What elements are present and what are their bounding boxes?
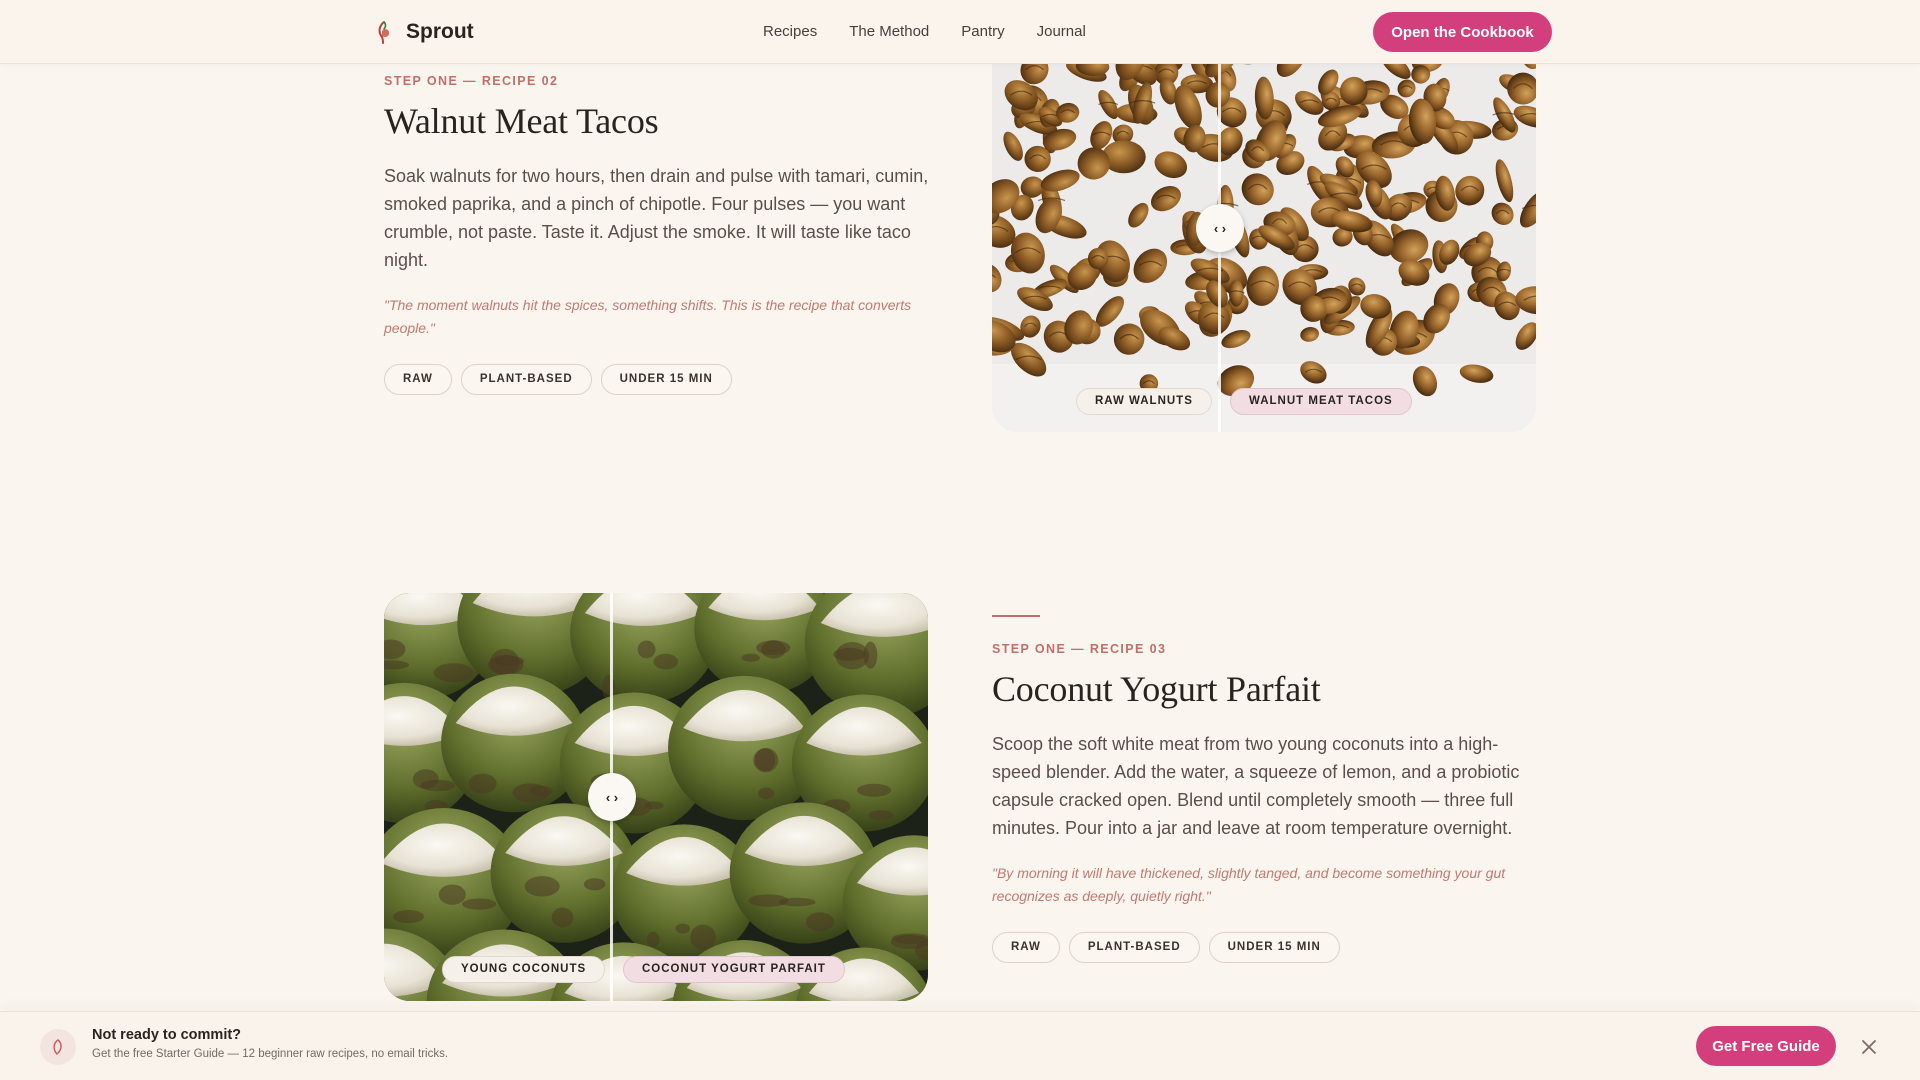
banner-subtitle: Get the free Starter Guide — 12 beginner… [92, 1048, 449, 1060]
after-label: WALNUT MEAT TACOS [1230, 388, 1412, 415]
tag-plant-based[interactable]: PLANT-BASED [460, 364, 592, 395]
recipe-description: Scoop the soft white meat from two young… [992, 734, 1520, 838]
nav-the-method[interactable]: The Method [849, 23, 929, 40]
main-nav: Recipes The Method Pantry Journal [763, 23, 1086, 40]
brand-name: Sprout [406, 20, 474, 43]
sprout-logo-icon [378, 21, 389, 44]
tag-plant-based[interactable]: PLANT-BASED [1068, 932, 1200, 963]
banner-title: Not ready to commit? [92, 1027, 242, 1043]
tag-under-15-min[interactable]: UNDER 15 MIN [600, 364, 732, 395]
accent-rule [992, 615, 1040, 617]
nav-recipes[interactable]: Recipes [763, 23, 817, 40]
leaf-icon [40, 1029, 76, 1065]
tag-raw[interactable]: RAW [992, 932, 1060, 963]
before-label: YOUNG COCONUTS [442, 956, 606, 983]
drag-handle-icon[interactable]: ‹ › [588, 773, 636, 821]
recipe-eyebrow: STEP ONE — RECIPE 02 [384, 74, 559, 88]
after-label: COCONUT YOGURT PARFAIT [623, 956, 845, 983]
recipe-description: Soak walnuts for two hours, then drain a… [384, 166, 929, 270]
recipe-quote: "By morning it will have thickened, slig… [992, 865, 1506, 904]
recipe-title: Coconut Yogurt Parfait [992, 669, 1321, 709]
recipe-quote: "The moment walnuts hit the spices, some… [384, 297, 912, 336]
recipe-title: Walnut Meat Tacos [384, 101, 659, 141]
drag-handle-icon[interactable]: ‹ › [1196, 204, 1244, 252]
recipe-walnut-tacos: STEP ONE — RECIPE 02 Walnut Meat Tacos S… [384, 74, 929, 395]
coconut-photo [384, 593, 928, 1001]
open-cookbook-button[interactable]: Open the Cookbook [1373, 12, 1552, 52]
recipe-coconut-parfait: STEP ONE — RECIPE 03 Coconut Yogurt Parf… [992, 615, 1537, 963]
nav-pantry[interactable]: Pantry [961, 23, 1004, 40]
get-free-guide-button[interactable]: Get Free Guide [1696, 1026, 1836, 1066]
starter-guide-banner: Not ready to commit? Get the free Starte… [0, 1011, 1920, 1080]
brand[interactable]: Sprout [374, 19, 474, 45]
nav-journal[interactable]: Journal [1037, 23, 1086, 40]
before-label: RAW WALNUTS [1076, 388, 1212, 415]
site-header: Sprout Recipes The Method Pantry Journal… [0, 0, 1920, 64]
walnut-photo [992, 64, 1536, 432]
recipe-tags: RAW PLANT-BASED UNDER 15 MIN [992, 932, 1537, 963]
coconut-comparison-slider[interactable]: ‹ › YOUNG COCONUTS COCONUT YOGURT PARFAI… [384, 593, 928, 1001]
recipe-tags: RAW PLANT-BASED UNDER 15 MIN [384, 364, 929, 395]
walnut-comparison-slider[interactable]: ‹ › RAW WALNUTS WALNUT MEAT TACOS [992, 64, 1536, 432]
recipe-eyebrow: STEP ONE — RECIPE 03 [992, 642, 1167, 656]
tag-raw[interactable]: RAW [384, 364, 452, 395]
tag-under-15-min[interactable]: UNDER 15 MIN [1208, 932, 1340, 963]
close-icon[interactable] [1858, 1036, 1880, 1058]
